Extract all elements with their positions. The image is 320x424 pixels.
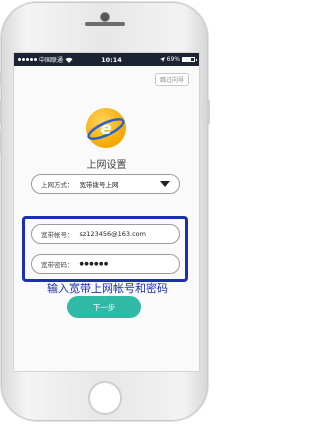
home-button[interactable] [88,381,122,415]
signal-strength-icon [18,58,37,61]
connection-type-label: 上网方式： [41,181,74,189]
status-time: 10:14 [101,55,122,64]
wifi-icon [65,57,73,63]
phone-screen: 中国联通 10:14 69% 跳过向导 e 上网设置 上网方式： 宽带拨号上网 … [13,52,200,372]
phone-frame: 中国联通 10:14 69% 跳过向导 e 上网设置 上网方式： 宽带拨号上网 … [0,2,210,421]
connection-type-value: 宽带拨号上网 [79,181,119,189]
status-bar: 中国联通 10:14 69% [14,53,199,66]
location-arrow-icon [159,57,165,62]
status-right-group: 69% [135,56,197,63]
instruction-annotation: 输入宽带上网帐号和密码 [47,282,168,295]
battery-icon [182,57,197,62]
svg-text:e: e [100,119,112,139]
earpiece-speaker [85,22,125,26]
mute-switch [0,72,2,86]
carrier-group: 中国联通 [18,55,88,64]
battery-fill [183,58,191,61]
volume-up-button [0,100,2,124]
power-button [207,100,210,124]
volume-down-button [0,130,2,154]
battery-percent: 69% [166,56,180,63]
front-camera [100,12,110,22]
page-title: 上网设置 [86,160,127,171]
carrier-name: 中国联通 [39,57,64,64]
connection-type-select[interactable]: 上网方式： 宽带拨号上网 [31,174,180,194]
dropdown-caret-icon[interactable] [160,181,170,187]
skip-wizard-button[interactable]: 跳过向导 [154,73,189,86]
router-logo: e [86,108,126,148]
e-planet-logo-icon: e [87,118,125,140]
credentials-highlight-box [22,216,188,282]
next-step-button[interactable]: 下一步 [67,296,141,318]
